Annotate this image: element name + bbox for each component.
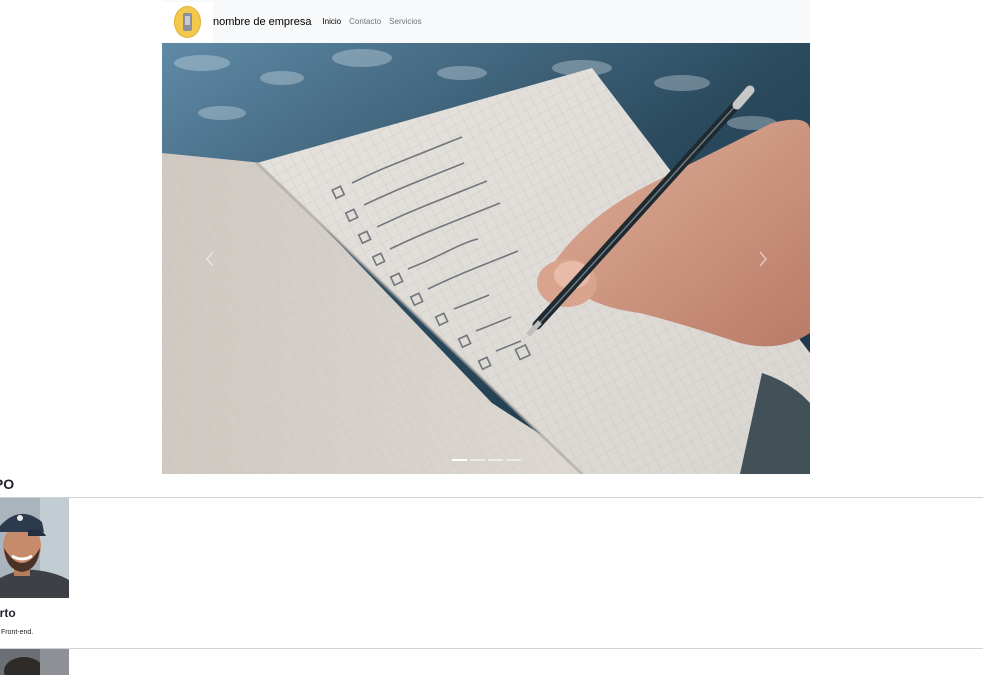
team-member-role: ador Front-end. bbox=[0, 629, 34, 636]
phone-logo-icon bbox=[174, 5, 201, 38]
team-member-name: erto bbox=[0, 606, 16, 620]
chevron-right-icon bbox=[759, 251, 767, 266]
carousel-indicator[interactable] bbox=[505, 459, 521, 461]
chevron-left-icon bbox=[205, 251, 213, 266]
carousel-indicator[interactable] bbox=[451, 459, 467, 461]
carousel-slide-image bbox=[162, 43, 810, 474]
divider bbox=[0, 648, 983, 649]
navbar: nombre de empresa Inicio Contacto Servic… bbox=[162, 0, 810, 43]
nav-link-inicio[interactable]: Inicio bbox=[322, 17, 341, 26]
carousel-indicator[interactable] bbox=[469, 459, 485, 461]
image-carousel bbox=[162, 43, 810, 474]
carousel-next-button[interactable] bbox=[715, 43, 810, 474]
team-heading: IPO bbox=[0, 476, 15, 492]
carousel-prev-button[interactable] bbox=[162, 43, 257, 474]
logo-container bbox=[162, 1, 213, 42]
team-member-photo bbox=[0, 649, 69, 675]
carousel-indicator[interactable] bbox=[487, 459, 503, 461]
brand-link[interactable]: nombre de empresa bbox=[162, 0, 311, 43]
nav-link-contacto[interactable]: Contacto bbox=[349, 17, 381, 26]
brand-name: nombre de empresa bbox=[213, 15, 312, 28]
carousel-indicators bbox=[162, 459, 810, 461]
team-member-photo bbox=[0, 498, 69, 598]
nav-links: Inicio Contacto Servicios bbox=[322, 17, 429, 26]
divider bbox=[0, 497, 983, 498]
nav-link-servicios[interactable]: Servicios bbox=[389, 17, 421, 26]
